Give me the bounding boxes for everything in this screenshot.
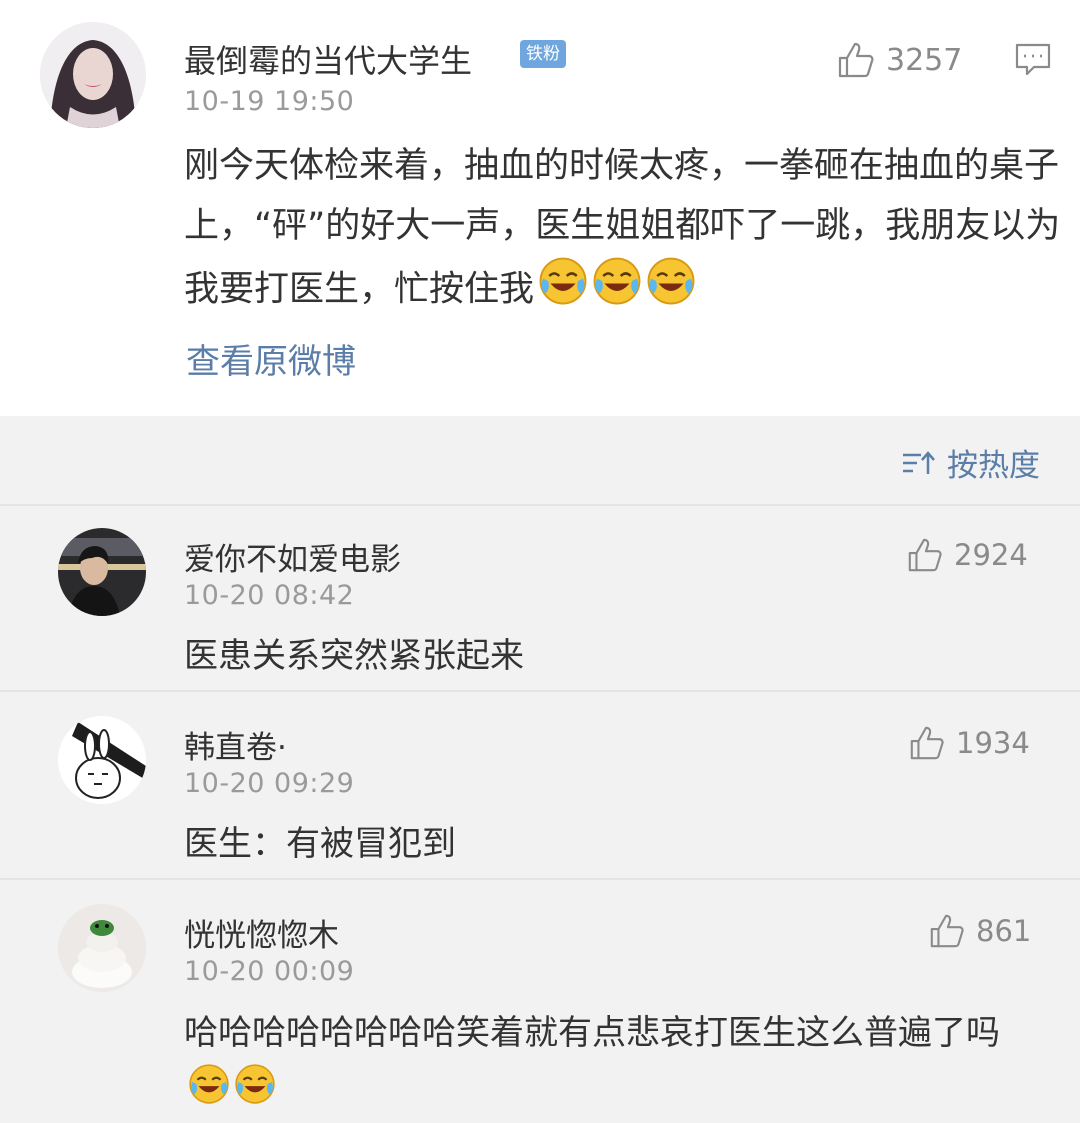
laugh-cry-emoji (538, 256, 588, 325)
comment-username[interactable]: 爱你不如爱电影 (184, 534, 401, 579)
sort-label: 按热度 (947, 448, 1040, 484)
post-text: 刚今天体检来着，抽血的时候太疼，一拳砸在抽血的桌子上，“砰”的好大一声，医生姐姐… (184, 136, 1064, 325)
comment-text: 哈哈哈哈哈哈哈哈笑着就有点悲哀打医生这么普遍了吗 (184, 1004, 1044, 1123)
comment-username[interactable]: 恍恍惚惚木 (184, 910, 339, 955)
sort-by-hot-button[interactable]: 按热度 (901, 440, 1040, 485)
comment-time: 10-20 08:42 (184, 580, 355, 611)
view-original-link[interactable]: 查看原微博 (186, 334, 356, 383)
laugh-cry-emoji (646, 256, 696, 325)
divider (0, 690, 1080, 692)
comment-text-content: 哈哈哈哈哈哈哈哈笑着就有点悲哀打医生这么普遍了吗 (184, 1013, 1000, 1053)
post-like-count: 3257 (886, 42, 963, 78)
divider (0, 878, 1080, 880)
comment-like-button[interactable]: 2924 (906, 536, 1028, 574)
comment-text: 医生：有被冒犯到 (184, 824, 456, 864)
laugh-cry-emoji (188, 1063, 230, 1123)
comment-icon[interactable] (1014, 42, 1052, 82)
comment-text: 医患关系突然紧张起来 (184, 636, 524, 676)
post-like-button[interactable]: 3257 (836, 40, 962, 80)
thumbs-up-icon (838, 42, 874, 78)
comment-like-count: 2924 (954, 538, 1028, 572)
avatar[interactable] (58, 716, 146, 804)
avatar[interactable] (58, 904, 146, 992)
thumbs-up-icon (908, 538, 942, 572)
avatar[interactable] (58, 528, 146, 616)
divider (0, 504, 1080, 506)
comment-time: 10-20 00:09 (184, 956, 355, 987)
comment-like-button[interactable]: 861 (928, 912, 1031, 950)
comment-username[interactable]: 韩直卷· (184, 722, 287, 767)
comment-time: 10-20 09:29 (184, 768, 355, 799)
avatar[interactable] (40, 22, 146, 128)
post-time: 10-19 19:50 (184, 86, 355, 117)
laugh-cry-emoji (234, 1063, 276, 1123)
laugh-cry-emoji (592, 256, 642, 325)
fan-badge: 铁粉 (520, 40, 566, 68)
comment-like-count: 861 (976, 914, 1032, 948)
post-username[interactable]: 最倒霉的当代大学生 (184, 36, 472, 82)
thumbs-up-icon (930, 914, 964, 948)
sort-icon (903, 450, 935, 474)
comment-like-button[interactable]: 1934 (908, 724, 1030, 762)
comment-like-count: 1934 (956, 726, 1030, 760)
main-post: 最倒霉的当代大学生 铁粉 10-19 19:50 3257 刚今天体检来着，抽血… (0, 0, 1080, 416)
thumbs-up-icon (910, 726, 944, 760)
